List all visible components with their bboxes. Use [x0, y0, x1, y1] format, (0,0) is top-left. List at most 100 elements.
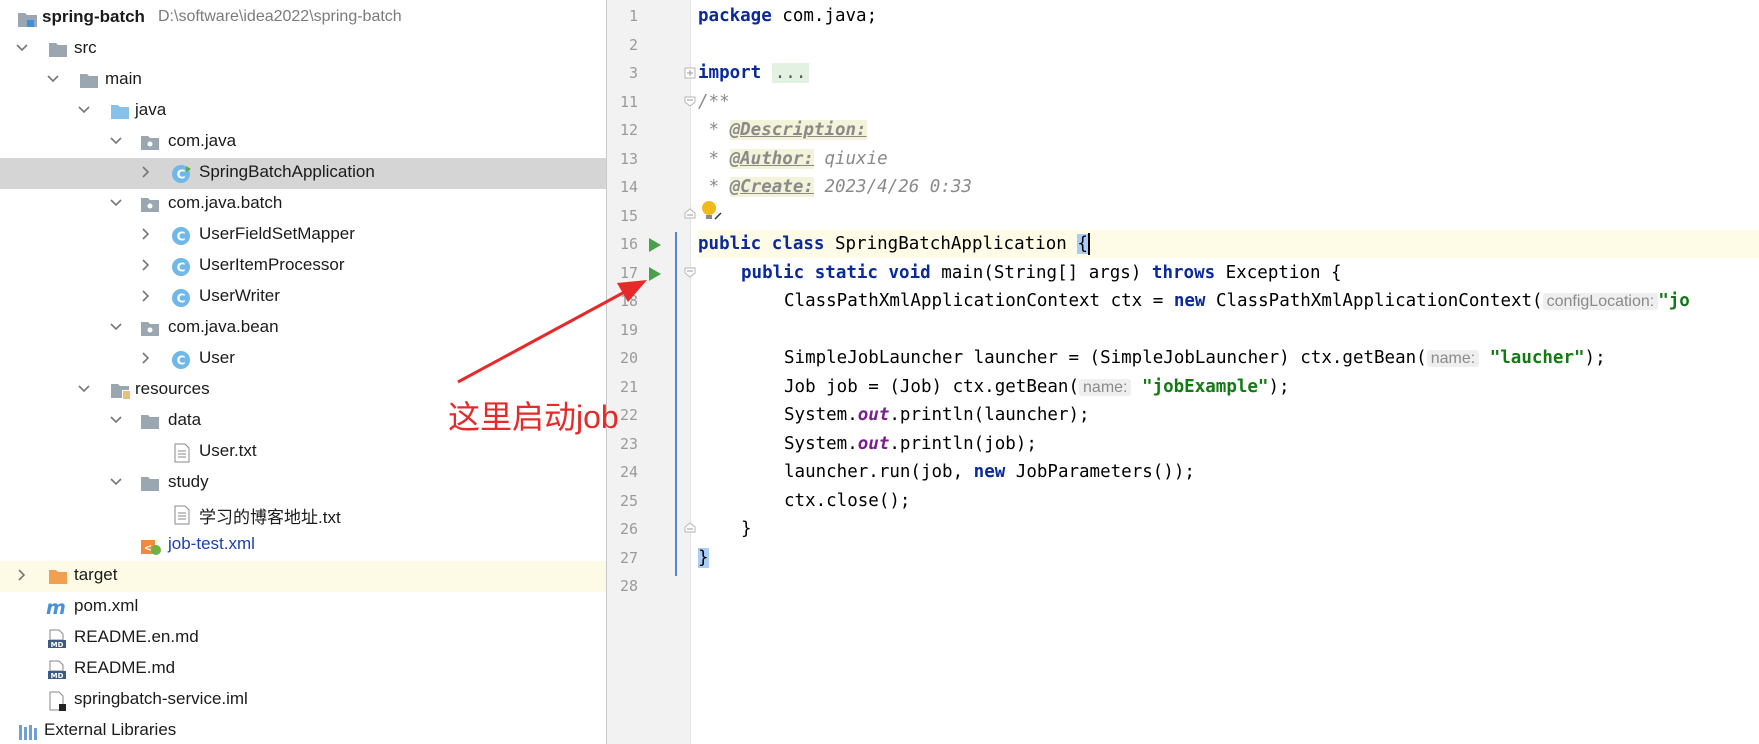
fold-collapse-icon[interactable]: [684, 95, 696, 107]
code-text: .println(launcher);: [889, 405, 1090, 425]
libraries-icon: [17, 722, 37, 742]
run-main-icon[interactable]: [648, 266, 662, 282]
tree-row-readme-en-md[interactable]: MD README.en.md: [0, 623, 606, 654]
tree-row-readme-md[interactable]: MD README.md: [0, 654, 606, 685]
code-text: main(String[] args): [930, 263, 1152, 283]
tree-row-user-txt[interactable]: User.txt: [0, 437, 606, 468]
code-line-20[interactable]: SimpleJobLauncher launcher = (SimpleJobL…: [784, 344, 1606, 372]
tree-label: data: [168, 410, 202, 429]
text-caret: [1087, 233, 1090, 255]
comment-text: *: [698, 120, 730, 140]
chevron-down-icon[interactable]: [110, 135, 122, 147]
annotation-text: 这里启动job: [448, 399, 619, 435]
tree-label: job-test.xml: [168, 534, 255, 553]
fold-end-icon[interactable]: [684, 522, 696, 534]
tree-row-src[interactable]: src: [0, 34, 606, 65]
tree-row-blog-txt[interactable]: 学习的博客地址.txt: [0, 499, 606, 530]
chevron-down-icon[interactable]: [110, 414, 122, 426]
intention-bulb-icon[interactable]: [700, 199, 722, 223]
line-number: 12: [619, 121, 638, 139]
matched-brace: }: [698, 548, 709, 568]
line-number: 14: [619, 178, 638, 196]
run-class-icon[interactable]: [648, 237, 662, 253]
fold-expand-icon[interactable]: [684, 67, 696, 79]
code-line-18[interactable]: ClassPathXmlApplicationContext ctx = new…: [784, 287, 1690, 315]
code-line-11[interactable]: /**: [698, 88, 730, 116]
code-line-23[interactable]: System.out.println(job);: [784, 430, 1037, 458]
tree-row-java[interactable]: java: [0, 96, 606, 127]
fold-collapse-icon[interactable]: [684, 266, 696, 278]
vcs-change-marker[interactable]: [675, 232, 677, 576]
folder-icon: [48, 40, 68, 60]
code-line-14[interactable]: * @Create: 2023/4/26 0:33: [698, 173, 972, 201]
tree-row-com-java[interactable]: com.java: [0, 127, 606, 158]
line-number: 24: [619, 463, 638, 481]
tree-row-com-java-batch[interactable]: com.java.batch: [0, 189, 606, 220]
code-line-21[interactable]: Job job = (Job) ctx.getBean(name: "jobEx…: [784, 373, 1290, 401]
folded-imports[interactable]: ...: [771, 63, 810, 83]
chevron-down-icon[interactable]: [78, 383, 90, 395]
code-line-26[interactable]: }: [741, 515, 752, 543]
module-folder-icon: [17, 9, 37, 29]
tree-row-target[interactable]: target: [0, 561, 606, 592]
tree-row-iml[interactable]: springbatch-service.iml: [0, 685, 606, 716]
keyword: throws: [1151, 263, 1216, 283]
tree-row-project-root[interactable]: spring-batch D:\software\idea2022\spring…: [0, 3, 606, 34]
chevron-right-icon[interactable]: [140, 228, 152, 240]
chevron-right-icon[interactable]: [140, 352, 152, 364]
static-field: out: [857, 434, 890, 454]
line-number: 16: [619, 235, 638, 253]
parameter-hint: name:: [1079, 379, 1132, 396]
tree-row-springbatchapplication[interactable]: C SpringBatchApplication: [0, 158, 606, 189]
tree-row-user[interactable]: C User: [0, 344, 606, 375]
chevron-down-icon[interactable]: [16, 42, 28, 54]
tree-row-useritemprocessor[interactable]: C UserItemProcessor: [0, 251, 606, 282]
code-line-13[interactable]: * @Author: qiuxie: [698, 145, 888, 173]
line-number: 2: [628, 36, 638, 54]
code-editor[interactable]: 1 2 3 11 12 13 14 15 16 17 18 19 20 21 2…: [606, 0, 1759, 744]
code-line-1[interactable]: package com.java;: [698, 2, 877, 30]
chevron-right-icon[interactable]: [140, 259, 152, 271]
chevron-down-icon[interactable]: [78, 104, 90, 116]
spring-xml-icon: <: [140, 536, 161, 556]
tree-row-study[interactable]: study: [0, 468, 606, 499]
code-line-3[interactable]: import ...: [698, 59, 810, 87]
chevron-down-icon[interactable]: [110, 476, 122, 488]
code-line-17[interactable]: public static void main(String[] args) t…: [741, 259, 1342, 287]
javadoc-tag: @Create:: [729, 177, 814, 197]
code-line-25[interactable]: ctx.close();: [784, 487, 910, 515]
tree-row-pom-xml[interactable]: m pom.xml: [0, 592, 606, 623]
tree-row-main[interactable]: main: [0, 65, 606, 96]
tree-label: README.en.md: [74, 627, 199, 646]
fold-end-icon[interactable]: [684, 208, 696, 220]
tree-row-userwriter[interactable]: C UserWriter: [0, 282, 606, 313]
code-text: System.: [784, 405, 858, 425]
tree-row-com-java-bean[interactable]: com.java.bean: [0, 313, 606, 344]
project-path: D:\software\idea2022\spring-batch: [158, 8, 402, 25]
tree-label: README.md: [74, 658, 176, 677]
tree-row-userfieldsetmapper[interactable]: C UserFieldSetMapper: [0, 220, 606, 251]
chevron-right-icon[interactable]: [140, 166, 152, 178]
code-line-27[interactable]: }: [698, 544, 709, 572]
code-line-16[interactable]: public class SpringBatchApplication {: [698, 230, 1759, 258]
svg-text:C: C: [177, 354, 186, 368]
tree-row-external-libraries[interactable]: External Libraries: [0, 716, 606, 744]
code-line-24[interactable]: launcher.run(job, new JobParameters());: [784, 458, 1195, 486]
chevron-down-icon[interactable]: [110, 321, 122, 333]
code-line-22[interactable]: System.out.println(launcher);: [784, 401, 1090, 429]
text-file-icon: [173, 443, 193, 463]
chevron-right-icon[interactable]: [16, 569, 28, 581]
chevron-right-icon[interactable]: [140, 290, 152, 302]
keyword: public static void: [741, 263, 931, 283]
project-name: spring-batch: [42, 7, 145, 26]
code-line-12[interactable]: * @Description:: [698, 116, 867, 144]
keyword: public class: [698, 234, 825, 254]
code-text: .println(job);: [889, 434, 1037, 454]
tree-row-job-test-xml[interactable]: < job-test.xml: [0, 530, 606, 561]
javadoc-tag: @Author:: [729, 149, 814, 169]
chevron-down-icon[interactable]: [110, 197, 122, 209]
tree-label: External Libraries: [44, 720, 177, 739]
line-number: 20: [619, 349, 638, 367]
code-text: Job job = (Job) ctx.getBean(: [784, 377, 1080, 397]
chevron-down-icon[interactable]: [47, 73, 59, 85]
